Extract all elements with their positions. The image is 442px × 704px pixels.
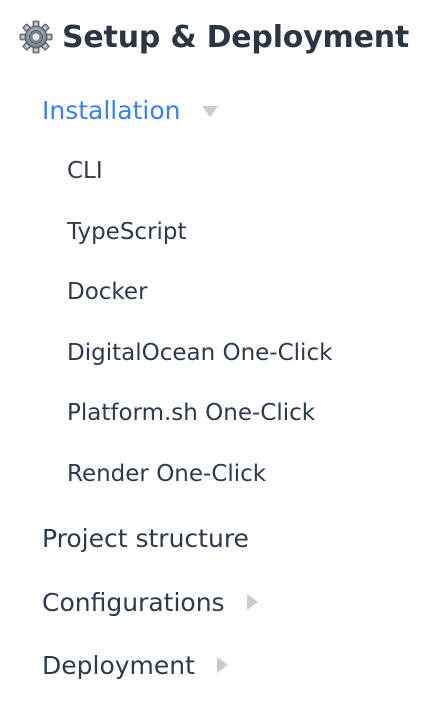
nav-subitem-label: Render One-Click: [67, 461, 267, 487]
nav-subitem-cli[interactable]: CLI: [67, 153, 103, 189]
nav-item-deployment[interactable]: Deployment: [42, 645, 228, 685]
nav-item-installation[interactable]: Installation: [42, 90, 219, 130]
caret-down-icon[interactable]: [202, 105, 219, 117]
nav-subitem-label: Docker: [67, 279, 148, 305]
nav-subitem-label: DigitalOcean One-Click: [67, 340, 333, 366]
section-title: Setup & Deployment: [62, 19, 410, 55]
caret-right-icon[interactable]: [246, 594, 258, 610]
nav-item-label: Deployment: [42, 650, 195, 680]
nav-item-label: Project structure: [42, 523, 249, 553]
nav-subitem-platformsh[interactable]: Platform.sh One-Click: [67, 395, 315, 431]
nav-subitem-typescript[interactable]: TypeScript: [67, 214, 187, 250]
gear-icon: [18, 19, 54, 55]
nav-subitem-label: Platform.sh One-Click: [67, 400, 316, 426]
nav-item-label: Installation: [42, 95, 181, 125]
nav-subitem-label: TypeScript: [67, 219, 187, 245]
nav-subitem-digitalocean[interactable]: DigitalOcean One-Click: [67, 335, 332, 371]
nav-item-project-structure[interactable]: Project structure: [42, 518, 249, 558]
nav-item-label: Configurations: [42, 587, 225, 617]
nav-subitem-label: CLI: [67, 158, 103, 184]
caret-right-icon[interactable]: [216, 657, 228, 673]
nav-item-configurations[interactable]: Configurations: [42, 582, 258, 622]
nav-subitem-render[interactable]: Render One-Click: [67, 456, 266, 492]
nav-subitem-docker[interactable]: Docker: [67, 274, 148, 310]
section-header: Setup & Deployment: [18, 14, 409, 60]
